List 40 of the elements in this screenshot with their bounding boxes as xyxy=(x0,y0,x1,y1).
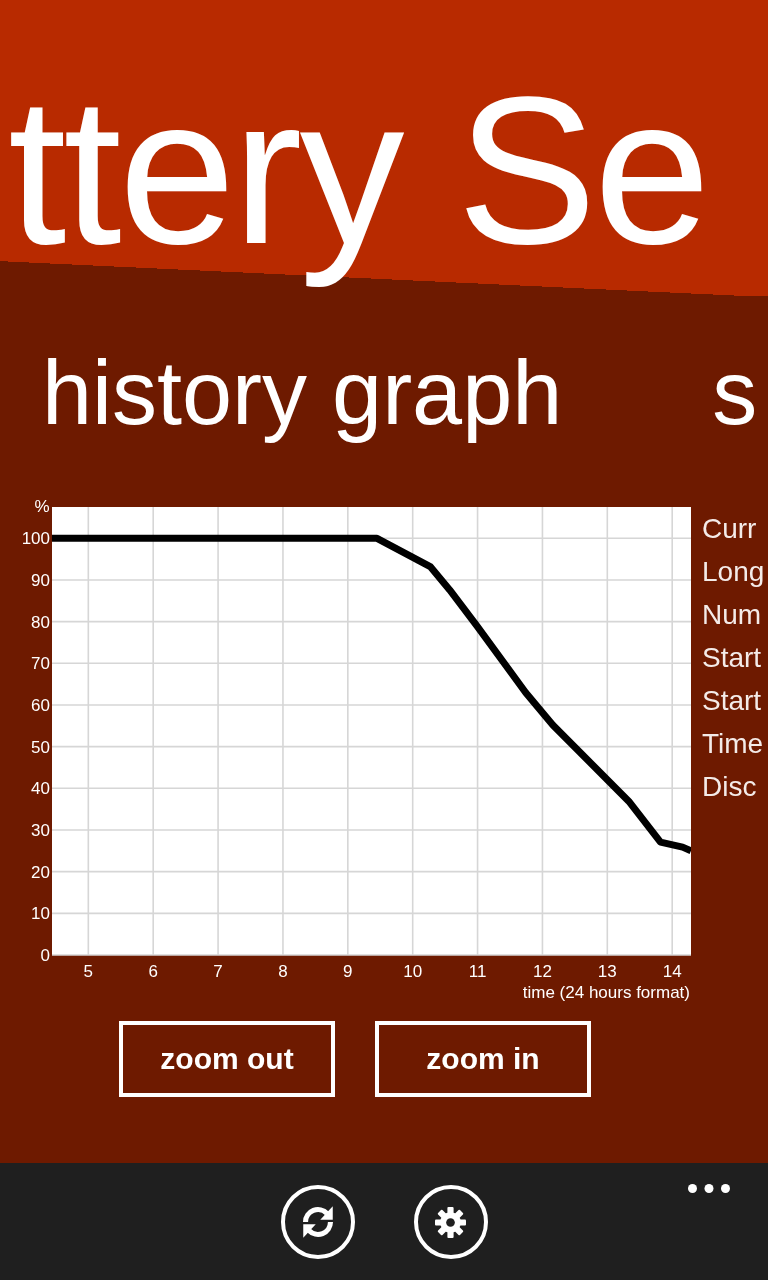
stat-label: Long xyxy=(702,554,765,589)
x-tick-label: 8 xyxy=(278,961,288,981)
stat-label: Time xyxy=(702,726,764,761)
stat-label: Disc xyxy=(702,769,757,804)
sync-button[interactable] xyxy=(280,1185,355,1259)
x-tick-label: 12 xyxy=(533,961,552,981)
y-tick-label: 80 xyxy=(31,612,50,632)
y-axis-title: % xyxy=(34,496,50,516)
x-tick-label: 14 xyxy=(662,961,682,981)
y-tick-label: 60 xyxy=(31,695,50,715)
y-tick-label: 0 xyxy=(40,945,50,965)
y-tick-label: 40 xyxy=(31,778,50,798)
x-tick-label: 13 xyxy=(597,961,617,981)
y-tick-label: 90 xyxy=(31,570,50,590)
stat-label: Curr xyxy=(702,511,757,546)
pivot-header[interactable]: history graph xyxy=(42,342,563,446)
pivot-header[interactable]: s xyxy=(712,342,758,446)
zoom-button[interactable]: zoom out xyxy=(119,1020,335,1097)
zoom-button[interactable]: zoom in xyxy=(375,1020,591,1097)
y-tick-label: 30 xyxy=(31,820,50,840)
y-tick-label: 50 xyxy=(31,737,50,757)
x-tick-label: 9 xyxy=(343,961,353,981)
x-tick-label: 7 xyxy=(213,961,223,981)
x-tick-label: 10 xyxy=(403,961,423,981)
stat-label: Start xyxy=(702,683,762,718)
ellipsis-icon xyxy=(688,1184,730,1193)
refresh-icon xyxy=(300,1205,335,1239)
stat-label: Start xyxy=(702,640,762,675)
y-tick-label: 20 xyxy=(31,862,50,882)
y-tick-label: 10 xyxy=(31,903,50,923)
settings-button[interactable] xyxy=(413,1185,488,1259)
x-axis-title: time (24 hours format) xyxy=(522,982,690,1002)
x-tick-label: 11 xyxy=(468,961,487,981)
app-title: ttery Se xyxy=(8,52,708,290)
y-tick-label: 100 xyxy=(21,528,50,548)
x-tick-label: 6 xyxy=(148,961,158,981)
y-tick-label: 70 xyxy=(31,653,50,673)
stat-label: Num xyxy=(702,597,762,632)
x-tick-label: 5 xyxy=(83,961,94,981)
more-button[interactable] xyxy=(688,1184,730,1193)
